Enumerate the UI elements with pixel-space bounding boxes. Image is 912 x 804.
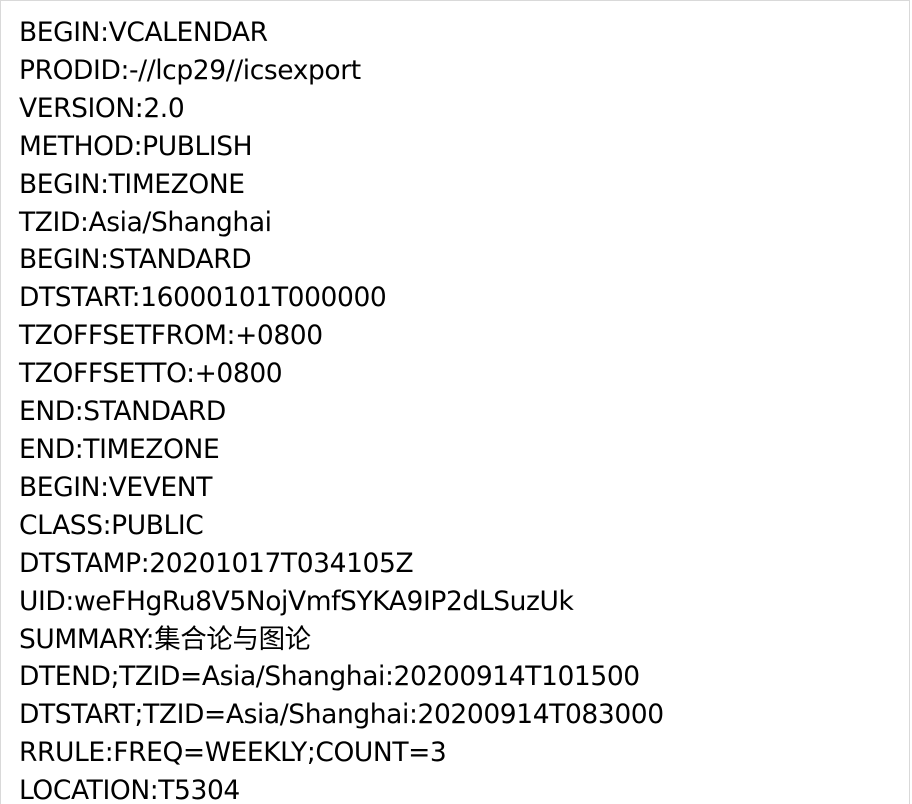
text-line: END:STANDARD (19, 396, 226, 428)
text-line: TZOFFSETFROM:+0800 (19, 320, 323, 352)
text-line: BEGIN:TIMEZONE (19, 168, 245, 200)
text-line: BEGIN:STANDARD (19, 244, 252, 276)
text-line: DTSTART;TZID=Asia/Shanghai:20200914T0830… (19, 699, 664, 731)
ics-file-content: BEGIN:VCALENDAR PRODID:-//lcp29//icsexpo… (19, 14, 909, 804)
text-line: PRODID:-//lcp29//icsexport (19, 54, 361, 86)
text-line: CLASS:PUBLIC (19, 509, 204, 541)
text-line: BEGIN:VCALENDAR (19, 17, 268, 48)
text-line: LOCATION:T5304 (19, 775, 240, 804)
text-line: DTSTAMP:20201017T034105Z (19, 547, 414, 579)
text-line: SUMMARY:集合论与图论 (19, 623, 311, 655)
plain-text-viewer[interactable]: BEGIN:VCALENDAR PRODID:-//lcp29//icsexpo… (0, 0, 910, 804)
text-line: RRULE:FREQ=WEEKLY;COUNT=3 (19, 737, 447, 769)
text-line: METHOD:PUBLISH (19, 130, 253, 162)
text-line: END:TIMEZONE (19, 433, 220, 465)
text-line: VERSION:2.0 (19, 92, 185, 124)
text-line: DTEND;TZID=Asia/Shanghai:20200914T101500 (19, 661, 640, 693)
text-line: TZOFFSETTO:+0800 (19, 358, 283, 390)
text-line: BEGIN:VEVENT (19, 471, 212, 503)
text-line: UID:weFHgRu8V5NojVmfSYKA9IP2dLSuzUk (19, 585, 574, 617)
text-line: TZID:Asia/Shanghai (19, 206, 272, 238)
text-line: DTSTART:16000101T000000 (19, 282, 387, 314)
